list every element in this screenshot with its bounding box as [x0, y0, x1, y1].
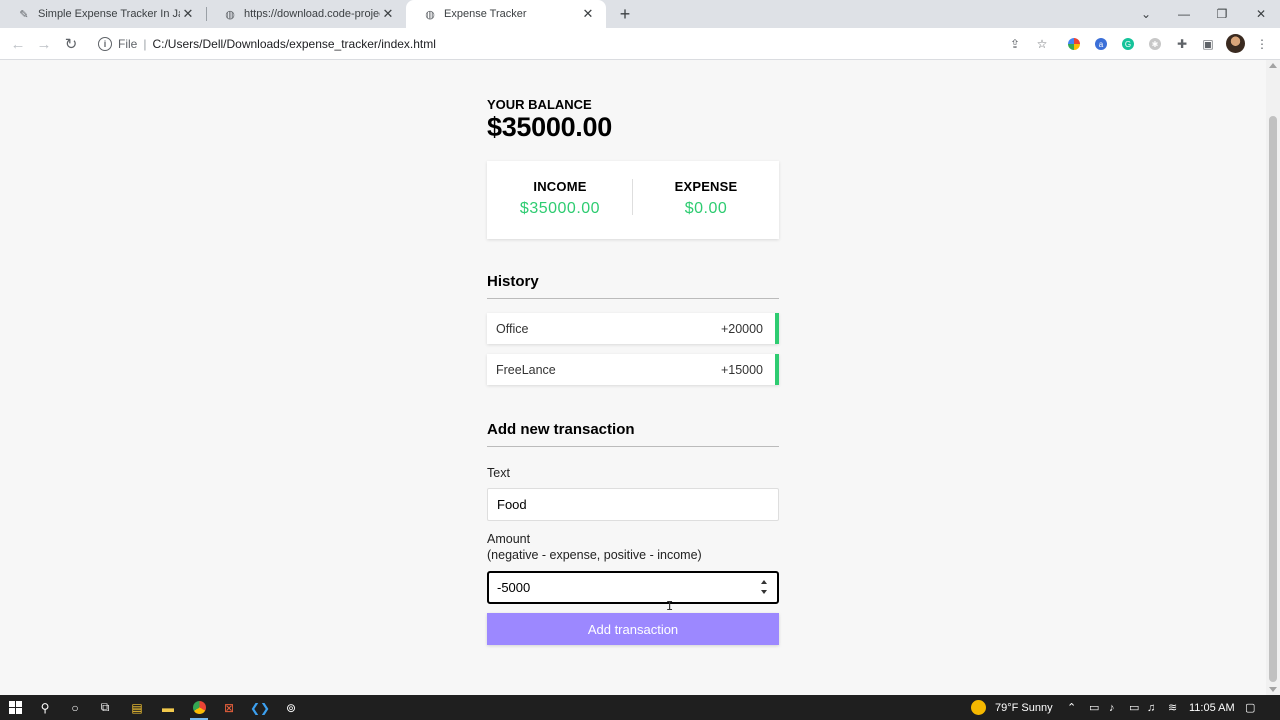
forward-icon[interactable]: → [33, 33, 55, 55]
scroll-up-icon[interactable] [1269, 63, 1277, 68]
tab-expense-tracker[interactable]: ◍ Expense Tracker ✕ [406, 0, 606, 28]
text-input-value: Food [497, 497, 527, 512]
balance-label: YOUR BALANCE [487, 97, 592, 112]
address-url: C:/Users/Dell/Downloads/expense_tracker/… [152, 37, 436, 51]
list-item[interactable]: FreeLance +15000 [487, 354, 779, 385]
address-divider: | [143, 37, 147, 51]
tab-title: Simple Expense Tracker In JavaSc [38, 8, 180, 20]
expense-label: EXPENSE [674, 179, 738, 194]
extensions-puzzle-icon[interactable]: ✚ [1174, 36, 1190, 52]
new-tab-button[interactable]: + [614, 3, 636, 25]
notifications-icon[interactable]: ▢ [1245, 695, 1255, 720]
amount-field-label: Amount [487, 532, 531, 546]
address-bar[interactable]: i File | C:/Users/Dell/Downloads/expense… [92, 31, 1057, 57]
add-transaction-button[interactable]: Add transaction [487, 613, 779, 645]
windows-start-icon[interactable] [0, 695, 30, 720]
page-scrollbar[interactable] [1266, 60, 1280, 695]
vscode-icon[interactable]: ❮❯ [245, 695, 275, 720]
income-label: INCOME [533, 179, 587, 194]
history-list: Office +20000 FreeLance +15000 [487, 313, 779, 395]
close-icon[interactable]: ✕ [580, 6, 596, 22]
number-spinner-icon[interactable] [761, 580, 769, 594]
extension-blue-icon[interactable]: a [1095, 38, 1107, 50]
transaction-text: Office [496, 321, 529, 336]
tray-device-icon[interactable]: ▭ [1089, 695, 1099, 720]
transaction-amount: +15000 [720, 362, 763, 377]
battery-icon[interactable]: ▭ [1129, 695, 1139, 720]
expense-column: EXPENSE $0.00 [633, 161, 779, 218]
expense-value: $0.00 [684, 200, 728, 217]
restore-icon[interactable]: ❐ [1203, 0, 1241, 28]
grammarly-icon[interactable]: G [1122, 38, 1134, 50]
globe-icon: ◍ [225, 8, 235, 21]
menu-kebab-icon[interactable]: ⋮ [1254, 36, 1270, 52]
amount-input[interactable]: -5000 [487, 571, 779, 604]
scroll-down-icon[interactable] [1269, 687, 1277, 692]
amount-field-hint: (negative - expense, positive - income) [487, 548, 702, 562]
income-value: $35000.00 [519, 200, 601, 217]
close-icon[interactable]: ✕ [180, 6, 196, 22]
income-column: INCOME $35000.00 [487, 161, 633, 218]
tab-title: https://download.code-projects.o [244, 8, 380, 20]
sun-icon [971, 700, 986, 715]
back-icon[interactable]: ← [7, 33, 29, 55]
profile-avatar[interactable] [1226, 34, 1245, 53]
tab-simple-expense-tracker[interactable]: ✎ Simple Expense Tracker In JavaSc ✕ [0, 0, 206, 28]
extension-color-icon[interactable] [1068, 38, 1080, 50]
search-icon[interactable]: ⚲ [30, 695, 60, 720]
history-title: History [487, 273, 779, 299]
wifi-icon[interactable]: ≋ [1168, 695, 1177, 720]
clock[interactable]: 11:05 AM [1189, 695, 1235, 720]
cortana-icon[interactable]: ○ [60, 695, 90, 720]
microphone-icon[interactable]: ♪ [1109, 695, 1115, 720]
close-icon[interactable]: ✕ [380, 6, 396, 22]
tab-download-code-projects[interactable]: ◍ https://download.code-projects.o ✕ [206, 0, 406, 28]
share-icon[interactable]: ⇪ [1007, 36, 1023, 52]
browser-toolbar: ← → ↻ i File | C:/Users/Dell/Downloads/e… [0, 28, 1280, 60]
file-explorer-icon[interactable]: ▬ [153, 695, 183, 720]
transaction-amount: +20000 [720, 321, 763, 336]
task-view-icon[interactable]: ⧉ [90, 695, 120, 720]
app-icon[interactable]: ⊚ [276, 695, 306, 720]
spinner-up-icon[interactable] [761, 580, 767, 584]
minimize-icon[interactable]: — [1165, 0, 1203, 28]
text-field-label: Text [487, 466, 510, 480]
list-item[interactable]: Office +20000 [487, 313, 779, 344]
tray-chevron-icon[interactable]: ⌃ [1067, 695, 1076, 720]
reload-icon[interactable]: ↻ [60, 33, 82, 55]
tab-search-icon[interactable]: ⌄ [1127, 0, 1165, 28]
card-divider [632, 179, 633, 215]
income-expense-card: INCOME $35000.00 EXPENSE $0.00 [487, 161, 779, 239]
bookmark-star-icon[interactable]: ☆ [1034, 36, 1050, 52]
weather-widget[interactable]: 79°F Sunny [971, 695, 1053, 720]
address-scheme: File [118, 37, 138, 51]
windows-taskbar: ⚲ ○ ⧉ ▤ ▬ ⊠ ❮❯ ⊚ 79°F Sunny ⌃ ▭ ♪ ▭ ♫ ≋ … [0, 695, 1280, 720]
chrome-icon[interactable] [184, 695, 214, 720]
amount-input-value: -5000 [497, 580, 531, 595]
weather-text: 79°F Sunny [995, 701, 1053, 714]
code-projects-icon: ✎ [19, 8, 29, 21]
balance-value: $35000.00 [487, 112, 612, 142]
transaction-text: FreeLance [496, 362, 556, 377]
tab-strip: ✎ Simple Expense Tracker In JavaSc ✕ ◍ h… [0, 0, 1280, 28]
text-cursor-icon: I [666, 599, 674, 613]
xampp-icon[interactable]: ⊠ [214, 695, 244, 720]
extension-gray-icon[interactable]: ✱ [1149, 38, 1161, 50]
scrollbar-thumb[interactable] [1269, 116, 1277, 682]
tab-title: Expense Tracker [444, 8, 527, 20]
volume-icon[interactable]: ♫ [1147, 695, 1155, 720]
window-close-icon[interactable]: ✕ [1242, 0, 1280, 28]
notepad-icon[interactable]: ▤ [122, 695, 152, 720]
globe-icon: ◍ [425, 8, 435, 21]
info-icon[interactable]: i [98, 37, 112, 51]
side-panel-icon[interactable]: ▣ [1200, 36, 1216, 52]
spinner-down-icon[interactable] [761, 590, 767, 594]
add-transaction-title: Add new transaction [487, 421, 779, 447]
text-input[interactable]: Food [487, 488, 779, 521]
